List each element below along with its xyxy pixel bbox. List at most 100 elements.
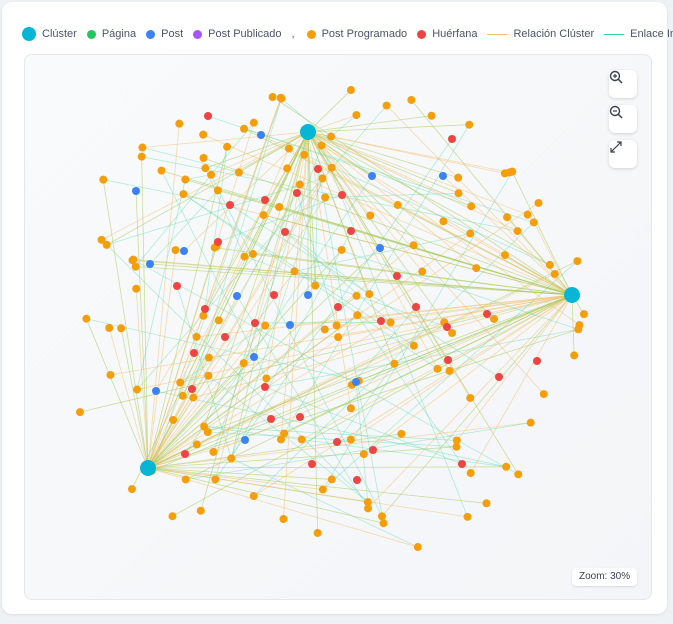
scheduled-post-node[interactable]: [99, 175, 108, 184]
orphan-node[interactable]: [190, 349, 198, 357]
scheduled-post-node[interactable]: [452, 436, 461, 445]
scheduled-post-node[interactable]: [321, 193, 330, 202]
scheduled-post-node[interactable]: [261, 321, 270, 330]
scheduled-post-node[interactable]: [472, 264, 481, 273]
scheduled-post-node[interactable]: [227, 454, 236, 463]
orphan-node[interactable]: [296, 413, 304, 421]
scheduled-post-node[interactable]: [240, 124, 249, 133]
orphan-node[interactable]: [261, 196, 269, 204]
scheduled-post-node[interactable]: [284, 144, 293, 153]
scheduled-post-node[interactable]: [192, 440, 201, 449]
post-node[interactable]: [132, 187, 140, 195]
scheduled-post-node[interactable]: [213, 186, 222, 195]
post-node[interactable]: [257, 131, 265, 139]
post-node[interactable]: [376, 244, 384, 252]
scheduled-post-node[interactable]: [513, 227, 522, 236]
cluster-node[interactable]: [300, 124, 316, 140]
scheduled-post-node[interactable]: [409, 241, 418, 250]
orphan-node[interactable]: [334, 303, 342, 311]
scheduled-post-node[interactable]: [223, 142, 232, 151]
scheduled-post-node[interactable]: [276, 93, 285, 102]
scheduled-post-node[interactable]: [467, 202, 476, 211]
scheduled-post-node[interactable]: [295, 180, 304, 189]
scheduled-post-node[interactable]: [386, 318, 395, 327]
scheduled-post-node[interactable]: [275, 203, 284, 212]
scheduled-post-node[interactable]: [75, 408, 84, 417]
scheduled-post-node[interactable]: [445, 366, 454, 375]
scheduled-post-node[interactable]: [248, 250, 257, 259]
scheduled-post-node[interactable]: [365, 290, 374, 299]
fullscreen-button[interactable]: [609, 140, 637, 168]
scheduled-post-node[interactable]: [550, 269, 559, 278]
scheduled-post-node[interactable]: [209, 447, 218, 456]
orphan-node[interactable]: [267, 415, 275, 423]
scheduled-post-node[interactable]: [137, 152, 146, 161]
scheduled-post-node[interactable]: [249, 492, 258, 501]
scheduled-post-node[interactable]: [346, 86, 355, 95]
scheduled-post-node[interactable]: [466, 469, 475, 478]
cluster-node[interactable]: [140, 460, 156, 476]
scheduled-post-node[interactable]: [211, 475, 220, 484]
scheduled-post-node[interactable]: [337, 245, 346, 254]
scheduled-post-node[interactable]: [579, 310, 588, 319]
orphan-node[interactable]: [261, 383, 269, 391]
scheduled-post-node[interactable]: [240, 252, 249, 261]
scheduled-post-node[interactable]: [138, 143, 147, 152]
scheduled-post-node[interactable]: [366, 211, 375, 220]
scheduled-post-node[interactable]: [105, 323, 114, 332]
scheduled-post-node[interactable]: [181, 475, 190, 484]
scheduled-post-node[interactable]: [346, 404, 355, 413]
scheduled-post-node[interactable]: [196, 506, 205, 515]
scheduled-post-node[interactable]: [454, 173, 463, 182]
orphan-node[interactable]: [281, 228, 289, 236]
scheduled-post-node[interactable]: [318, 485, 327, 494]
scheduled-post-node[interactable]: [204, 371, 213, 380]
orphan-node[interactable]: [181, 450, 189, 458]
scheduled-post-node[interactable]: [207, 170, 216, 179]
scheduled-post-node[interactable]: [539, 390, 548, 399]
post-node[interactable]: [368, 172, 376, 180]
scheduled-post-node[interactable]: [393, 201, 402, 210]
scheduled-post-node[interactable]: [234, 168, 243, 177]
scheduled-post-node[interactable]: [382, 101, 391, 110]
scheduled-post-node[interactable]: [427, 111, 436, 120]
scheduled-post-node[interactable]: [131, 262, 140, 271]
scheduled-post-node[interactable]: [127, 485, 136, 494]
scheduled-post-node[interactable]: [199, 311, 208, 320]
post-node[interactable]: [250, 353, 258, 361]
orphan-node[interactable]: [314, 165, 322, 173]
scheduled-post-node[interactable]: [214, 316, 223, 325]
scheduled-post-node[interactable]: [290, 267, 299, 276]
post-node[interactable]: [286, 321, 294, 329]
graph-canvas[interactable]: Zoom: 30%: [24, 54, 652, 600]
orphan-node[interactable]: [338, 191, 346, 199]
scheduled-post-node[interactable]: [352, 111, 361, 120]
orphan-node[interactable]: [201, 305, 209, 313]
scheduled-post-node[interactable]: [132, 284, 141, 293]
scheduled-post-node[interactable]: [239, 359, 248, 368]
scheduled-post-node[interactable]: [192, 332, 201, 341]
orphan-node[interactable]: [369, 446, 377, 454]
scheduled-post-node[interactable]: [175, 119, 184, 128]
scheduled-post-node[interactable]: [502, 462, 511, 471]
zoom-in-button[interactable]: [609, 70, 637, 98]
cluster-node[interactable]: [564, 287, 580, 303]
scheduled-post-node[interactable]: [300, 150, 309, 159]
scheduled-post-node[interactable]: [500, 251, 509, 260]
scheduled-post-node[interactable]: [203, 428, 212, 437]
post-node[interactable]: [304, 291, 312, 299]
orphan-node[interactable]: [221, 333, 229, 341]
scheduled-post-node[interactable]: [181, 175, 190, 184]
scheduled-post-node[interactable]: [168, 512, 177, 521]
scheduled-post-node[interactable]: [466, 229, 475, 238]
scheduled-post-node[interactable]: [418, 267, 427, 276]
orphan-node[interactable]: [495, 373, 503, 381]
scheduled-post-node[interactable]: [327, 475, 336, 484]
network-graph[interactable]: [25, 55, 651, 599]
scheduled-post-node[interactable]: [259, 211, 268, 220]
scheduled-post-node[interactable]: [545, 260, 554, 269]
post-node[interactable]: [233, 292, 241, 300]
scheduled-post-node[interactable]: [500, 169, 509, 178]
zoom-out-button[interactable]: [609, 105, 637, 133]
scheduled-post-node[interactable]: [439, 217, 448, 226]
